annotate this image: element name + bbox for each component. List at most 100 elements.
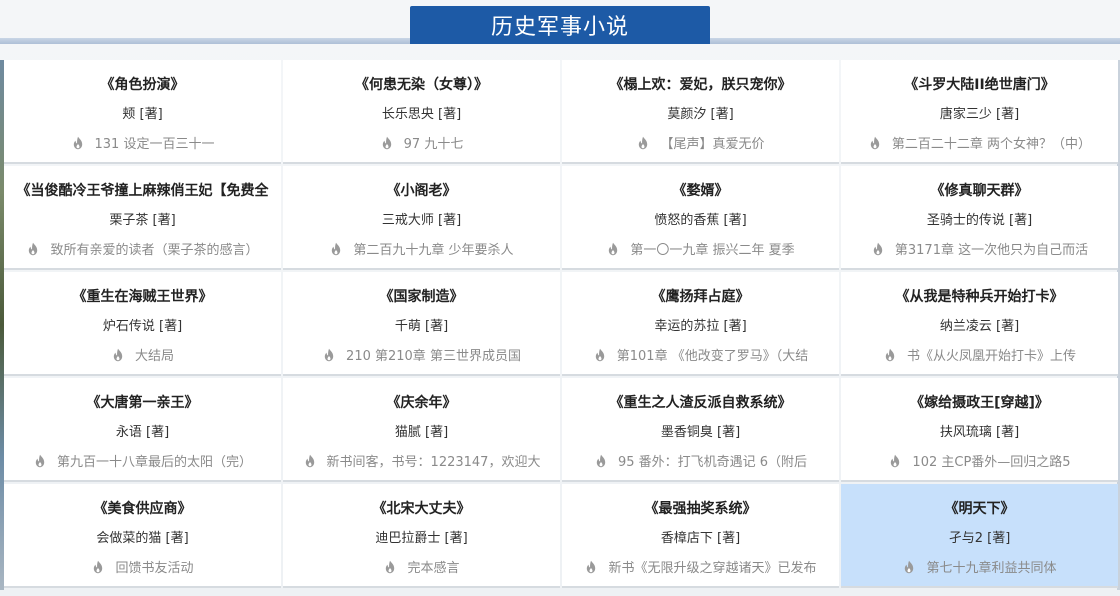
book-title-link[interactable]: 《嫁给摄政王[穿越]》 [910,392,1049,412]
book-author: 猫腻 [著] [394,425,449,440]
book-author: 幸运的苏拉 [著] [654,319,747,334]
book-card[interactable]: 《重生在海贼王世界》 炉石传说 [著] 大结局 [4,272,281,376]
book-card[interactable]: 《庆余年》猫腻 [著] 新书间客，书号：1223147，欢迎大 [283,378,560,482]
latest-chapter-text: 第九百一十八章最后的太阳（完） [56,455,252,470]
book-author: 扶风琉璃 [著] [939,425,1020,440]
latest-chapter-link[interactable]: 新书《无限升级之穿越诸天》已发布 [584,557,817,576]
latest-chapter-link[interactable]: 131 设定一百三十一 [71,133,215,152]
book-title-link[interactable]: 《何患无染（女尊）》 [355,74,488,94]
book-card[interactable]: 《婺婿》愤怒的香蕉 [著] 第一〇一九章 振兴二年 夏季 [562,166,839,270]
book-title-link[interactable]: 《婺婿》 [673,180,729,200]
book-author: 永语 [著] [115,425,170,440]
book-title-link[interactable]: 《修真聊天群》 [931,180,1029,200]
book-author: 长乐思央 [著] [381,107,462,122]
latest-chapter-link[interactable]: 第七十九章利益共同体 [902,557,1057,576]
latest-chapter-text: 第二百九十九章 少年要杀人 [353,243,514,258]
latest-chapter-link[interactable]: 95 番外：打飞机奇遇记 6（附后 [594,451,807,470]
flame-icon [888,454,902,468]
latest-chapter-text: 完本感言 [407,561,460,576]
book-card[interactable]: 《嫁给摄政王[穿越]》扶风琉璃 [著] 102 主CP番外—回归之路5 [841,378,1118,482]
book-title-link[interactable]: 《榻上欢：爱妃，朕只宠你》 [610,74,792,94]
book-author: 栗子茶 [著] [109,213,176,228]
latest-chapter-link[interactable]: 新书间客，书号：1223147，欢迎大 [303,451,541,470]
latest-chapter-text: 131 设定一百三十一 [94,137,215,152]
latest-chapter-text: 【尾声】真爱无价 [660,137,765,152]
book-card[interactable]: 《小阁老》 三戒大师 [著] 第二百九十九章 少年要杀人 [283,166,560,270]
latest-chapter-link[interactable]: 第二百二十二章 两个女神？（中） [868,133,1091,152]
book-card[interactable]: 《北宋大丈夫》 迪巴拉爵士 [著] 完本感言 [283,484,560,588]
book-title-link[interactable]: 《美食供应商》 [94,498,192,518]
latest-chapter-text: 102 主CP番外—回归之路5 [912,455,1071,470]
book-title-link[interactable]: 《斗罗大陆II绝世唐门》 [904,74,1054,94]
latest-chapter-link[interactable]: 第九百一十八章最后的太阳（完） [33,451,252,470]
latest-chapter-link[interactable]: 第一〇一九章 振兴二年 夏季 [606,239,795,258]
flame-icon [868,136,882,150]
book-card[interactable]: 《大唐第一亲王》永语 [著] 第九百一十八章最后的太阳（完） [4,378,281,482]
latest-chapter-text: 第七十九章利益共同体 [926,561,1057,576]
latest-chapter-link[interactable]: 【尾声】真爱无价 [636,133,765,152]
flame-icon [91,560,105,574]
book-title-link[interactable]: 《明天下》 [945,498,1015,518]
book-title-link[interactable]: 《鹰扬拜占庭》 [652,286,750,306]
latest-chapter-text: 致所有亲爱的读者（栗子茶的感言） [50,243,259,258]
flame-icon [594,454,608,468]
latest-chapter-text: 书《从火凤凰开始打卡》上传 [906,349,1076,364]
flame-icon [902,560,916,574]
latest-chapter-link[interactable]: 完本感言 [383,557,460,576]
book-card[interactable]: 《明天下》孑与2 [著] 第七十九章利益共同体 [841,484,1118,588]
book-author: 纳兰凌云 [著] [939,319,1020,334]
book-card[interactable]: 《当俊酷冷王爷撞上麻辣俏王妃【免费全栗子茶 [著] 致所有亲爱的读者（栗子茶的感言… [4,166,281,270]
book-title-link[interactable]: 《重生之人渣反派自救系统》 [610,392,792,412]
latest-chapter-link[interactable]: 大结局 [111,345,174,364]
book-card[interactable]: 《鹰扬拜占庭》幸运的苏拉 [著] 第101章 《他改变了罗马》（大结 [562,272,839,376]
book-card[interactable]: 《国家制造》 千萌 [著] 210 第210章 第三世界成员国 [283,272,560,376]
book-card[interactable]: 《美食供应商》会做菜的猫 [著] 回馈书友活动 [4,484,281,588]
flame-icon [33,454,47,468]
book-title-link[interactable]: 《角色扮演》 [101,74,185,94]
latest-chapter-link[interactable]: 210 第210章 第三世界成员国 [322,345,521,364]
book-card[interactable]: 《斗罗大陆II绝世唐门》 唐家三少 [著] 第二百二十二章 两个女神？（中） [841,60,1118,164]
book-title-link[interactable]: 《从我是特种兵开始打卡》 [896,286,1064,306]
book-author: 莫颜汐 [著] [667,107,734,122]
latest-chapter-link[interactable]: 第二百九十九章 少年要杀人 [329,239,514,258]
latest-chapter-text: 新书间客，书号：1223147，欢迎大 [326,455,541,470]
book-title-link[interactable]: 《小阁老》 [387,180,457,200]
latest-chapter-link[interactable]: 书《从火凤凰开始打卡》上传 [883,345,1076,364]
latest-chapter-link[interactable]: 97 九十七 [380,133,463,152]
flame-icon [593,348,607,362]
book-card[interactable]: 《榻上欢：爱妃，朕只宠你》莫颜汐 [著] 【尾声】真爱无价 [562,60,839,164]
flame-icon [383,560,397,574]
book-author: 愤怒的香蕉 [著] [654,213,747,228]
latest-chapter-text: 210 第210章 第三世界成员国 [346,349,521,364]
latest-chapter-text: 第101章 《他改变了罗马》（大结 [616,349,809,364]
book-title-link[interactable]: 《大唐第一亲王》 [87,392,199,412]
latest-chapter-link[interactable]: 第3171章 这一次他只为自己而活 [871,239,1088,258]
latest-chapter-text: 第3171章 这一次他只为自己而活 [894,243,1089,258]
book-card[interactable]: 《角色扮演》颊 [著] 131 设定一百三十一 [4,60,281,164]
book-author: 孑与2 [著] [948,531,1011,546]
latest-chapter-link[interactable]: 第101章 《他改变了罗马》（大结 [593,345,808,364]
latest-chapter-link[interactable]: 致所有亲爱的读者（栗子茶的感言） [26,239,259,258]
flame-icon [26,242,40,256]
book-card[interactable]: 《最强抽奖系统》 香樟店下 [著] 新书《无限升级之穿越诸天》已发布 [562,484,839,588]
flame-icon [606,242,620,256]
latest-chapter-link[interactable]: 102 主CP番外—回归之路5 [888,451,1071,470]
book-title-link[interactable]: 《庆余年》 [387,392,457,412]
book-author: 会做菜的猫 [著] [96,531,189,546]
latest-chapter-text: 95 番外：打飞机奇遇记 6（附后 [617,455,808,470]
book-title-link[interactable]: 《北宋大丈夫》 [373,498,471,518]
category-title-tab[interactable]: 历史军事小说 [410,6,710,44]
flame-icon [380,136,394,150]
book-card[interactable]: 《修真聊天群》圣骑士的传说 [著] 第3171章 这一次他只为自己而活 [841,166,1118,270]
book-title-link[interactable]: 《最强抽奖系统》 [645,498,757,518]
book-card[interactable]: 《何患无染（女尊）》长乐思央 [著] 97 九十七 [283,60,560,164]
book-title-link[interactable]: 《当俊酷冷王爷撞上麻辣俏王妃【免费全 [17,180,269,200]
book-title-link[interactable]: 《国家制造》 [380,286,464,306]
book-title-link[interactable]: 《重生在海贼王世界》 [73,286,213,306]
flame-icon [871,242,885,256]
book-author: 圣骑士的传说 [著] [926,213,1033,228]
latest-chapter-text: 回馈书友活动 [115,561,194,576]
book-card[interactable]: 《重生之人渣反派自救系统》 墨香铜臭 [著] 95 番外：打飞机奇遇记 6（附后 [562,378,839,482]
book-card[interactable]: 《从我是特种兵开始打卡》纳兰凌云 [著] 书《从火凤凰开始打卡》上传 [841,272,1118,376]
latest-chapter-link[interactable]: 回馈书友活动 [91,557,194,576]
